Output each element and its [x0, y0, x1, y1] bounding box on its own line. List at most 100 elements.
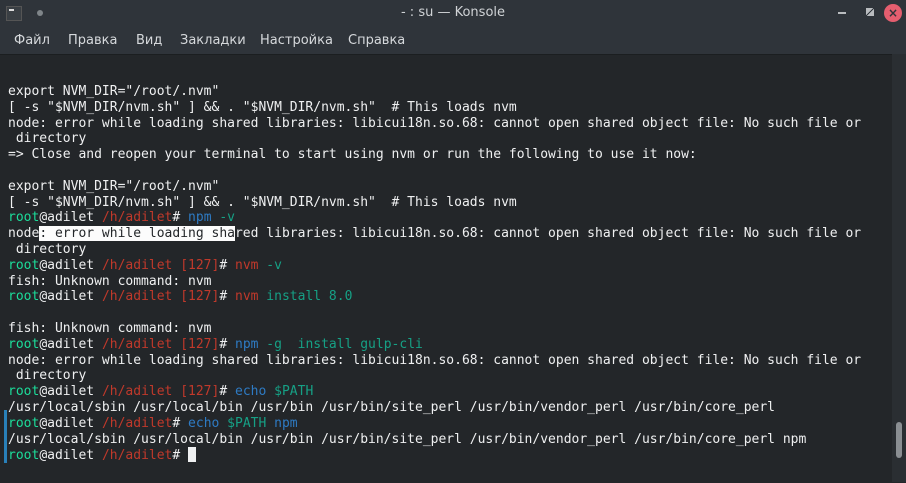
- terminal-text: $PATH: [266, 384, 314, 400]
- terminal-text: -g install gulp-cli: [258, 336, 423, 352]
- terminal-text: @adilet: [39, 415, 102, 431]
- menu-settings[interactable]: Настройка: [260, 33, 333, 48]
- scrollbar[interactable]: [892, 54, 906, 482]
- menu-edit[interactable]: Правка: [68, 33, 117, 48]
- terminal-line: directory: [8, 368, 861, 384]
- terminal-text: /h/adilet: [101, 448, 173, 464]
- terminal-text: /usr/local/sbin /usr/local/bin /usr/bin …: [8, 431, 807, 447]
- terminal-text: @adilet: [39, 289, 102, 305]
- close-button[interactable]: ×: [884, 4, 902, 22]
- terminal-line: root@adilet /h/adilet# echo $PATH npm: [8, 416, 861, 432]
- terminal-text: directory: [8, 368, 87, 384]
- terminal-text: directory: [8, 131, 87, 147]
- terminal-text: red libraries: libicui18n.so.68: cannot …: [234, 226, 862, 242]
- terminal-line: /usr/local/sbin /usr/local/bin /usr/bin …: [8, 400, 861, 416]
- terminal-area[interactable]: export NVM_DIR="/root/.nvm"[ -s "$NVM_DI…: [0, 54, 892, 483]
- terminal-text: fish: Unknown command: nvm: [8, 320, 212, 336]
- terminal-text: export NVM_DIR="/root/.nvm": [8, 178, 220, 194]
- terminal-text: npm: [188, 210, 212, 226]
- terminal-text: /h/adilet [127]: [101, 336, 220, 352]
- terminal-text: #: [219, 289, 235, 305]
- text-cursor: [188, 447, 197, 463]
- terminal-text: root: [8, 336, 40, 352]
- terminal-text: @adilet: [39, 336, 102, 352]
- title-bar[interactable]: - : su — Konsole ×: [0, 0, 906, 27]
- terminal-text: npm: [266, 415, 298, 431]
- terminal-text: nvm: [235, 257, 259, 273]
- terminal-text: nvm: [235, 289, 259, 305]
- terminal-text: @adilet: [39, 384, 102, 400]
- terminal-line: fish: Unknown command: nvm: [8, 274, 861, 290]
- terminal-text: root: [8, 415, 40, 431]
- minimize-button[interactable]: [838, 12, 846, 14]
- terminal-text: #: [219, 257, 235, 273]
- terminal-text: /h/adilet: [101, 415, 173, 431]
- terminal-line: [ -s "$NVM_DIR/nvm.sh" ] && . "$NVM_DIR/…: [8, 195, 861, 211]
- terminal-text: /usr/local/sbin /usr/local/bin /usr/bin …: [8, 399, 776, 415]
- terminal-text: echo: [188, 415, 220, 431]
- terminal-line: directory: [8, 131, 861, 147]
- maximize-button[interactable]: [866, 8, 874, 16]
- terminal-text: -v: [258, 257, 282, 273]
- terminal-text: -v: [211, 210, 236, 226]
- terminal-text: root: [8, 289, 40, 305]
- window-title: - : su — Konsole: [400, 5, 506, 20]
- terminal-line: node: error while loading shared librari…: [8, 116, 861, 132]
- terminal-line: root@adilet /h/adilet [127]# nvm install…: [8, 289, 861, 305]
- terminal-text: [ -s "$NVM_DIR/nvm.sh" ] && . "$NVM_DIR/…: [8, 99, 517, 115]
- terminal-text: #: [172, 448, 189, 464]
- terminal-text: #: [219, 336, 235, 352]
- scrollbar-thumb[interactable]: [896, 422, 902, 458]
- terminal-text: node: [8, 226, 40, 242]
- terminal-line: root@adilet /h/adilet [127]# npm -g inst…: [8, 337, 861, 353]
- terminal-line: => Close and reopen your terminal to sta…: [8, 147, 861, 163]
- terminal-text: $PATH: [219, 415, 267, 431]
- terminal-line: export NVM_DIR="/root/.nvm": [8, 84, 861, 100]
- terminal-line: root@adilet /h/adilet# npm -v: [8, 210, 861, 226]
- menu-bar: Файл Правка Вид Закладки Настройка Справ…: [0, 27, 906, 54]
- terminal-text: /h/adilet: [101, 210, 173, 226]
- terminal-line: node: error while loading shared librari…: [8, 353, 861, 369]
- terminal-text: directory: [8, 241, 87, 257]
- terminal-text: root: [8, 210, 40, 226]
- terminal-text: install 8.0: [258, 289, 353, 305]
- terminal-text: @adilet: [39, 257, 102, 273]
- menu-help[interactable]: Справка: [348, 33, 405, 48]
- terminal-line: [ -s "$NVM_DIR/nvm.sh" ] && . "$NVM_DIR/…: [8, 100, 861, 116]
- terminal-text: npm: [235, 336, 259, 352]
- terminal-text: /h/adilet [127]: [101, 257, 220, 273]
- terminal-line: /usr/local/sbin /usr/local/bin /usr/bin …: [8, 432, 861, 448]
- terminal-text: => Close and reopen your terminal to sta…: [8, 147, 697, 163]
- terminal-text: #: [172, 210, 189, 226]
- terminal-line: directory: [8, 242, 861, 258]
- terminal-text: node: error while loading shared librari…: [8, 352, 862, 368]
- terminal-output: export NVM_DIR="/root/.nvm"[ -s "$NVM_DI…: [8, 84, 861, 463]
- terminal-text: /h/adilet [127]: [101, 289, 220, 305]
- terminal-text: [ -s "$NVM_DIR/nvm.sh" ] && . "$NVM_DIR/…: [8, 194, 517, 210]
- terminal-text: /h/adilet [127]: [101, 384, 220, 400]
- menu-view[interactable]: Вид: [136, 33, 162, 48]
- terminal-text: export NVM_DIR="/root/.nvm": [8, 84, 220, 99]
- command-marker: [4, 410, 7, 463]
- terminal-text: root: [8, 384, 40, 400]
- terminal-line: node: error while loading shared librari…: [8, 226, 861, 242]
- terminal-text: echo: [235, 384, 267, 400]
- terminal-line: root@adilet /h/adilet#: [8, 447, 861, 463]
- terminal-text: root: [8, 448, 40, 464]
- terminal-text: @adilet: [39, 448, 102, 464]
- terminal-text: root: [8, 257, 40, 273]
- terminal-text: @adilet: [39, 210, 102, 226]
- terminal-line: fish: Unknown command: nvm: [8, 321, 861, 337]
- terminal-text: node: error while loading shared librari…: [8, 115, 862, 131]
- menu-bookmarks[interactable]: Закладки: [180, 33, 246, 48]
- terminal-text: #: [219, 384, 235, 400]
- terminal-text: : error while loading sha: [39, 226, 235, 242]
- terminal-text: fish: Unknown command: nvm: [8, 273, 212, 289]
- menu-file[interactable]: Файл: [14, 33, 50, 48]
- terminal-line: root@adilet /h/adilet [127]# echo $PATH: [8, 384, 861, 400]
- terminal-line: export NVM_DIR="/root/.nvm": [8, 179, 861, 195]
- terminal-text: #: [172, 415, 189, 431]
- terminal-line: root@adilet /h/adilet [127]# nvm -v: [8, 258, 861, 274]
